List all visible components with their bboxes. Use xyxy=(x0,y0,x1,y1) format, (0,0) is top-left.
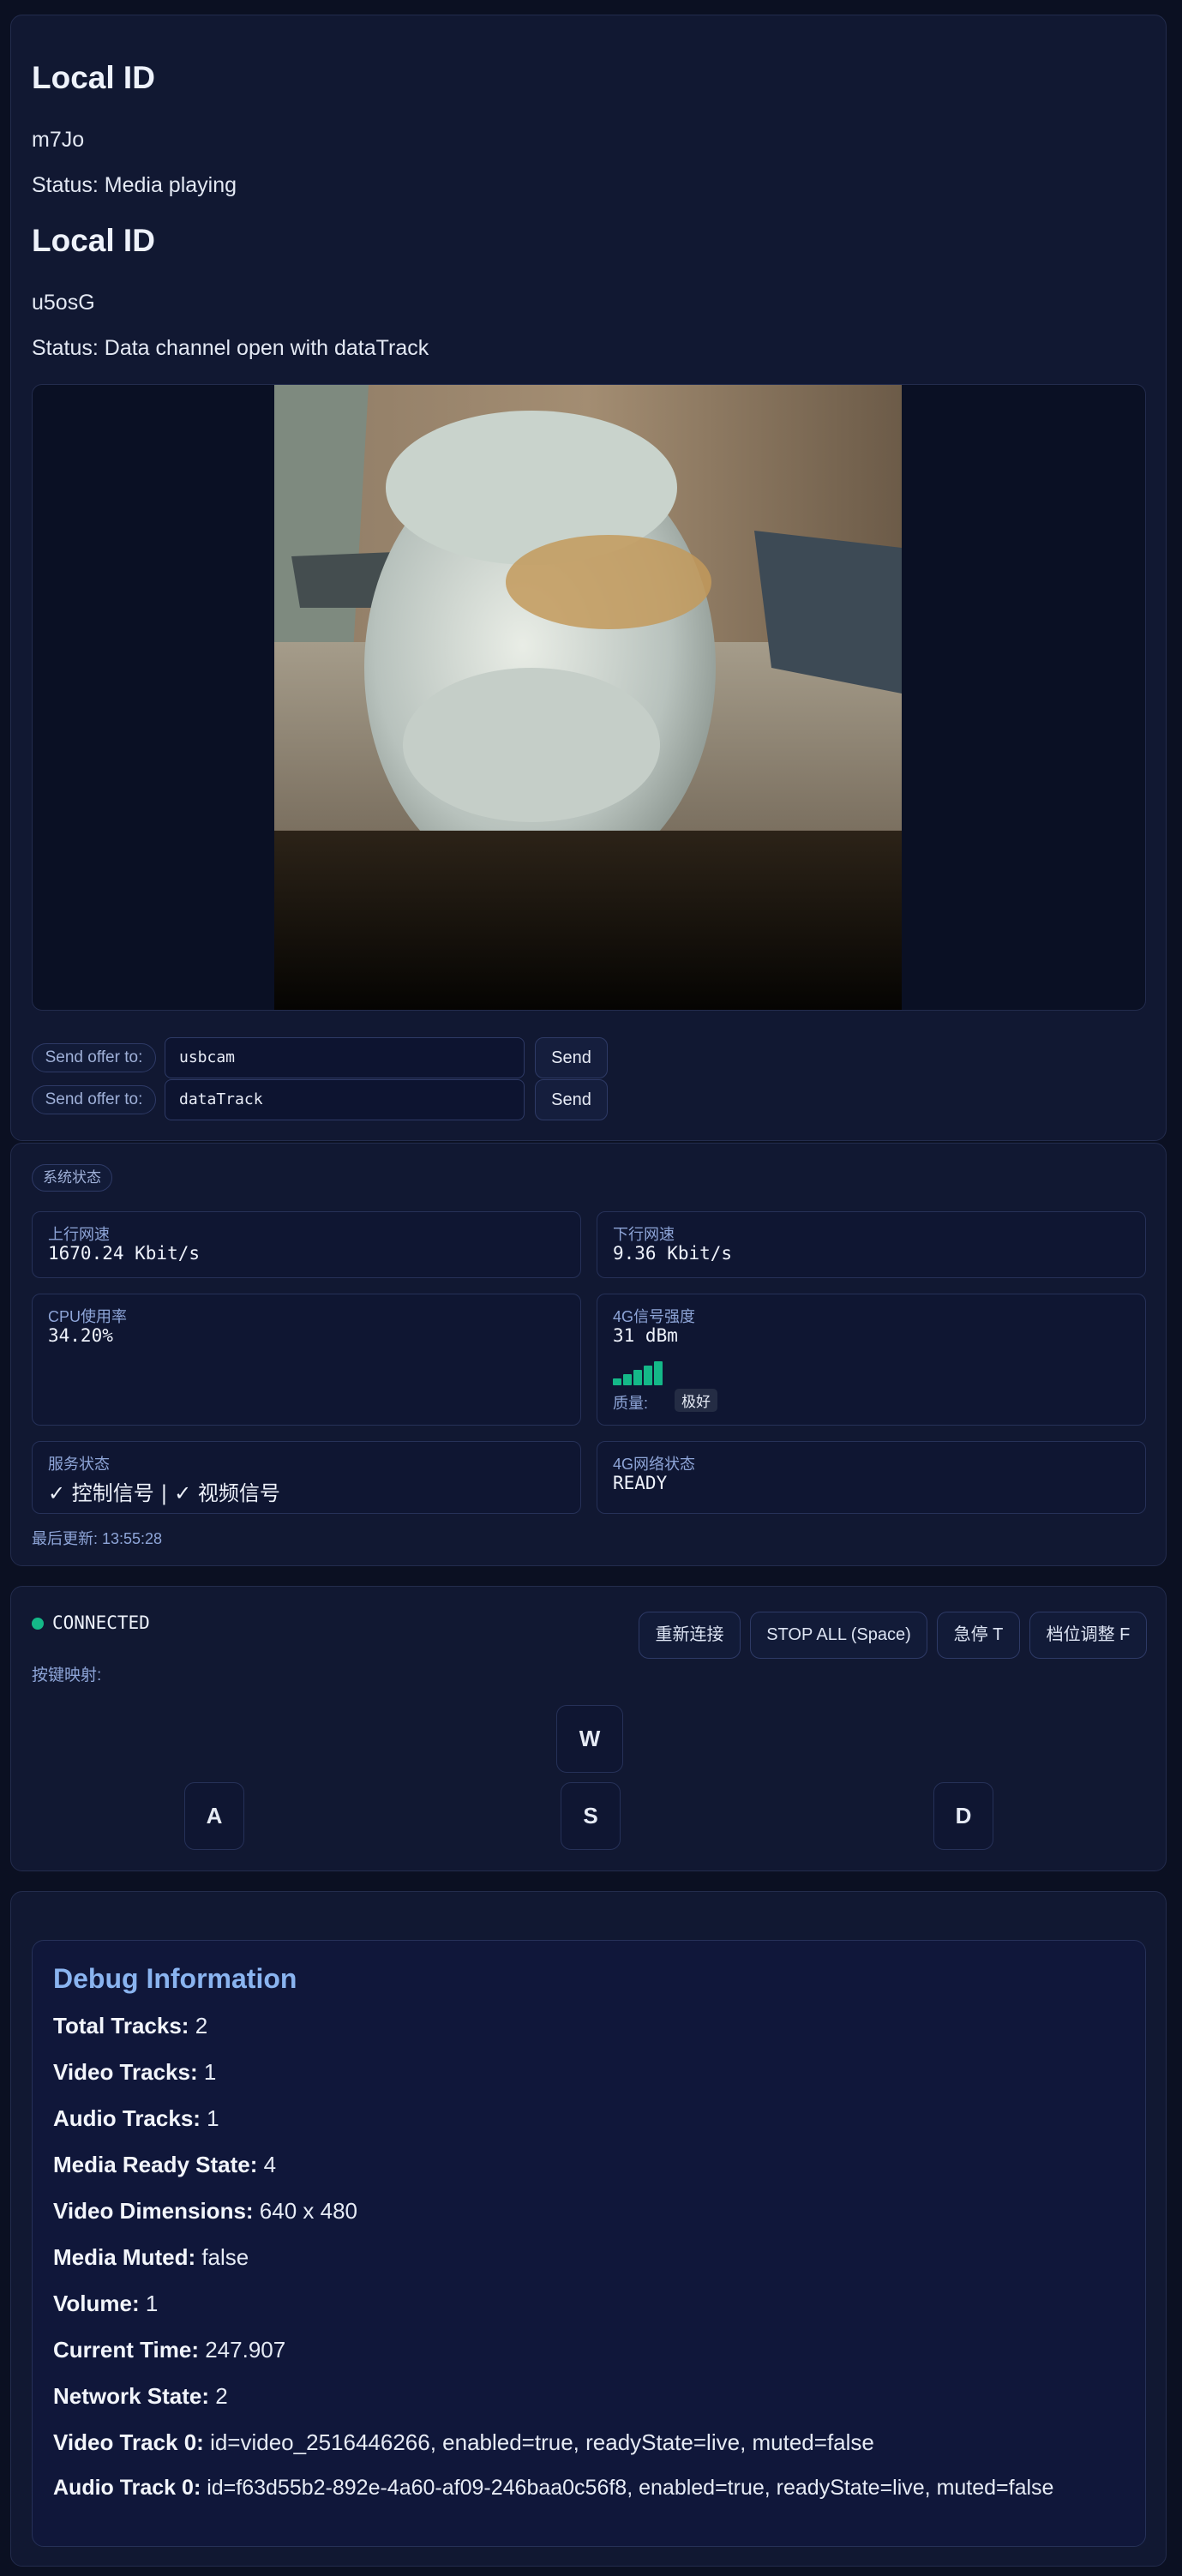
debug-row: Video Track 0: id=video_2516446266, enab… xyxy=(53,2429,874,2456)
signal-quality-label: 质量: xyxy=(613,1395,649,1412)
upload-speed-label: 上行网速 xyxy=(48,1226,110,1243)
debug-row: Video Dimensions: 640 x 480 xyxy=(53,2198,357,2225)
send-offer-button[interactable]: Send xyxy=(535,1079,608,1120)
debug-key: Current Time: xyxy=(53,2337,199,2363)
debug-title: Debug Information xyxy=(53,1963,297,1994)
network-status-card: 4G网络状态 READY xyxy=(597,1441,1146,1514)
connection-status-dot xyxy=(32,1618,44,1630)
emergency-stop-button[interactable]: 急停 T xyxy=(937,1612,1020,1659)
stop-all-button[interactable]: STOP ALL (Space) xyxy=(750,1612,927,1659)
debug-key: Video Tracks: xyxy=(53,2059,198,2085)
service-status-card: 服务状态 ✓ 控制信号 | ✓ 视频信号 xyxy=(32,1441,581,1514)
debug-panel: Debug Information Total Tracks: 2 Video … xyxy=(10,1891,1167,2567)
debug-value: 2 xyxy=(209,2383,228,2409)
debug-key: Media Ready State: xyxy=(53,2152,258,2177)
camera-video-frame xyxy=(274,385,902,1010)
offer-label: Send offer to: xyxy=(32,1043,156,1072)
local-id-heading-1: Local ID xyxy=(32,60,155,95)
debug-row: Total Tracks: 2 xyxy=(53,2013,207,2039)
peer-status-1: Status: Media playing xyxy=(32,173,237,197)
debug-value: 2 xyxy=(189,2013,208,2039)
upload-speed-value: 1670.24 Kbit/s xyxy=(48,1243,201,1264)
debug-key: Video Track 0: xyxy=(53,2429,204,2455)
debug-value: 4 xyxy=(257,2152,277,2177)
system-status-panel: 系统状态 上行网速 1670.24 Kbit/s 下行网速 9.36 Kbit/… xyxy=(10,1143,1167,1566)
debug-row: Current Time: 247.907 xyxy=(53,2337,285,2363)
debug-row: Media Ready State: 4 xyxy=(53,2152,276,2178)
peer-panel: Local ID m7Jo Status: Media playing Loca… xyxy=(10,15,1167,1141)
download-speed-label: 下行网速 xyxy=(613,1226,675,1243)
offer-target-input[interactable]: dataTrack xyxy=(165,1079,525,1120)
local-id-value-2: u5osG xyxy=(32,291,95,315)
key-s[interactable]: S xyxy=(561,1782,621,1850)
debug-key: Total Tracks: xyxy=(53,2013,189,2039)
debug-row: Network State: 2 xyxy=(53,2383,228,2410)
download-speed-value: 9.36 Kbit/s xyxy=(613,1243,733,1264)
debug-row: Video Tracks: 1 xyxy=(53,2059,216,2086)
last-updated: 最后更新: 13:55:28 xyxy=(32,1530,163,1547)
debug-value: id=f63d55b2-892e-4a60-af09-246baa0c56f8,… xyxy=(201,2476,1054,2500)
control-panel: CONNECTED 按键映射: 重新连接 STOP ALL (Space) 急停… xyxy=(10,1586,1167,1871)
debug-row: Audio Tracks: 1 xyxy=(53,2105,219,2132)
service-status-label: 服务状态 xyxy=(48,1456,110,1473)
network-status-label: 4G网络状态 xyxy=(613,1456,696,1473)
debug-row: Volume: 1 xyxy=(53,2291,158,2317)
signal-quality: 质量: 极好 xyxy=(613,1389,717,1414)
gear-adjust-button[interactable]: 档位调整 F xyxy=(1029,1612,1147,1659)
debug-value: false xyxy=(195,2244,249,2270)
key-d[interactable]: D xyxy=(933,1782,993,1850)
debug-value: 1 xyxy=(139,2291,159,2316)
reconnect-button[interactable]: 重新连接 xyxy=(639,1612,741,1659)
local-id-value-1: m7Jo xyxy=(32,128,85,152)
debug-info-box: Debug Information Total Tracks: 2 Video … xyxy=(32,1940,1146,2547)
debug-value: 640 x 480 xyxy=(253,2198,358,2224)
debug-key: Audio Tracks: xyxy=(53,2105,201,2131)
debug-row: Media Muted: false xyxy=(53,2244,249,2271)
debug-row: Audio Track 0: id=f63d55b2-892e-4a60-af0… xyxy=(53,2476,1053,2501)
send-offer-button[interactable]: Send xyxy=(535,1037,608,1078)
signal-quality-badge: 极好 xyxy=(675,1389,717,1412)
offer-target-input[interactable]: usbcam xyxy=(165,1037,525,1078)
local-id-heading-2: Local ID xyxy=(32,223,155,258)
offer-label: Send offer to: xyxy=(32,1085,156,1114)
cpu-usage-card: CPU使用率 34.20% xyxy=(32,1294,581,1426)
upload-speed-card: 上行网速 1670.24 Kbit/s xyxy=(32,1211,581,1278)
service-status-value: ✓ 控制信号 | ✓ 视频信号 xyxy=(48,1481,280,1505)
video-player[interactable] xyxy=(32,384,1146,1011)
debug-value: id=video_2516446266, enabled=true, ready… xyxy=(203,2429,874,2455)
signal-strength-label: 4G信号强度 xyxy=(613,1308,696,1325)
debug-key: Audio Track 0: xyxy=(53,2476,201,2500)
signal-bars-icon xyxy=(613,1361,664,1385)
debug-value: 1 xyxy=(200,2105,219,2131)
debug-key: Video Dimensions: xyxy=(53,2198,254,2224)
signal-strength-card: 4G信号强度 31 dBm 质量: 极好 xyxy=(597,1294,1146,1426)
peer-status-2: Status: Data channel open with dataTrack xyxy=(32,336,429,360)
debug-key: Media Muted: xyxy=(53,2244,196,2270)
cpu-usage-label: CPU使用率 xyxy=(48,1308,128,1325)
signal-strength-value: 31 dBm xyxy=(613,1325,678,1346)
key-map-label: 按键映射: xyxy=(32,1666,102,1684)
debug-key: Volume: xyxy=(53,2291,140,2316)
cpu-usage-value: 34.20% xyxy=(48,1325,113,1346)
system-status-title: 系统状态 xyxy=(32,1164,112,1192)
debug-value: 247.907 xyxy=(199,2337,286,2363)
connection-status: CONNECTED xyxy=(52,1612,150,1633)
debug-value: 1 xyxy=(197,2059,217,2085)
debug-key: Network State: xyxy=(53,2383,210,2409)
download-speed-card: 下行网速 9.36 Kbit/s xyxy=(597,1211,1146,1278)
key-a[interactable]: A xyxy=(184,1782,244,1850)
network-status-value: READY xyxy=(613,1473,668,1493)
key-w[interactable]: W xyxy=(556,1705,623,1773)
